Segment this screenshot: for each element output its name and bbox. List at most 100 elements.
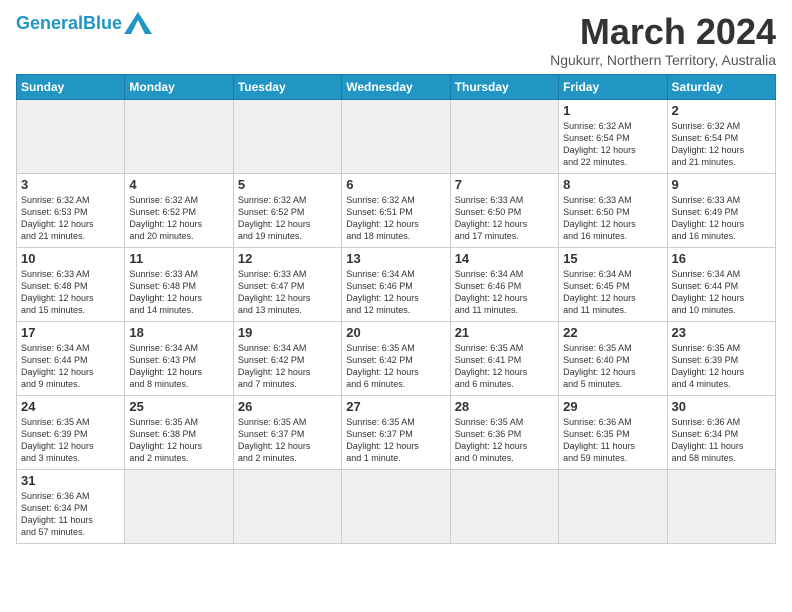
title-block: March 2024 Ngukurr, Northern Territory, … <box>550 12 776 68</box>
day-info: Sunrise: 6:32 AM Sunset: 6:51 PM Dayligh… <box>346 194 445 243</box>
calendar-page: GeneralBlue March 2024 Ngukurr, Northern… <box>0 0 792 552</box>
day-info: Sunrise: 6:36 AM Sunset: 6:34 PM Dayligh… <box>21 490 120 539</box>
calendar-week-1: 1 Sunrise: 6:32 AM Sunset: 6:54 PM Daylig… <box>17 99 776 173</box>
calendar-cell <box>17 99 125 173</box>
day-info: Sunrise: 6:35 AM Sunset: 6:40 PM Dayligh… <box>563 342 662 391</box>
day-info: Sunrise: 6:34 AM Sunset: 6:46 PM Dayligh… <box>346 268 445 317</box>
day-info: Sunrise: 6:35 AM Sunset: 6:38 PM Dayligh… <box>129 416 228 465</box>
day-info: Sunrise: 6:36 AM Sunset: 6:35 PM Dayligh… <box>563 416 662 465</box>
calendar-cell <box>342 99 450 173</box>
day-number: 20 <box>346 325 445 340</box>
calendar-cell <box>125 99 233 173</box>
day-info: Sunrise: 6:33 AM Sunset: 6:48 PM Dayligh… <box>21 268 120 317</box>
calendar-cell: 6Sunrise: 6:32 AM Sunset: 6:51 PM Daylig… <box>342 173 450 247</box>
calendar-week-5: 24 Sunrise: 6:35 AM Sunset: 6:39 PM Dayli… <box>17 395 776 469</box>
day-info: Sunrise: 6:35 AM Sunset: 6:37 PM Dayligh… <box>238 416 337 465</box>
day-number: 19 <box>238 325 337 340</box>
calendar-cell: 28Sunrise: 6:35 AM Sunset: 6:36 PM Dayli… <box>450 395 558 469</box>
day-info: Sunrise: 6:33 AM Sunset: 6:50 PM Dayligh… <box>455 194 554 243</box>
day-number: 24 <box>21 399 120 414</box>
calendar-cell <box>233 469 341 543</box>
calendar-cell: 5 Sunrise: 6:32 AM Sunset: 6:52 PM Daylig… <box>233 173 341 247</box>
calendar-cell: 7 Sunrise: 6:33 AM Sunset: 6:50 PM Daylig… <box>450 173 558 247</box>
calendar-cell: 22 Sunrise: 6:35 AM Sunset: 6:40 PM Dayli… <box>559 321 667 395</box>
calendar-cell: 1 Sunrise: 6:32 AM Sunset: 6:54 PM Daylig… <box>559 99 667 173</box>
calendar-cell: 11Sunrise: 6:33 AM Sunset: 6:48 PM Dayli… <box>125 247 233 321</box>
calendar-cell <box>233 99 341 173</box>
day-info: Sunrise: 6:32 AM Sunset: 6:52 PM Dayligh… <box>238 194 337 243</box>
day-info: Sunrise: 6:33 AM Sunset: 6:48 PM Dayligh… <box>129 268 228 317</box>
calendar-header-row: SundayMondayTuesdayWednesdayThursdayFrid… <box>17 74 776 99</box>
calendar-cell: 31 Sunrise: 6:36 AM Sunset: 6:34 PM Dayli… <box>17 469 125 543</box>
day-info: Sunrise: 6:35 AM Sunset: 6:42 PM Dayligh… <box>346 342 445 391</box>
day-header-friday: Friday <box>559 74 667 99</box>
calendar-cell: 10Sunrise: 6:33 AM Sunset: 6:48 PM Dayli… <box>17 247 125 321</box>
day-number: 3 <box>21 177 120 192</box>
day-info: Sunrise: 6:34 AM Sunset: 6:43 PM Dayligh… <box>129 342 228 391</box>
calendar-cell: 18 Sunrise: 6:34 AM Sunset: 6:43 PM Dayli… <box>125 321 233 395</box>
header: GeneralBlue March 2024 Ngukurr, Northern… <box>16 12 776 68</box>
day-info: Sunrise: 6:33 AM Sunset: 6:47 PM Dayligh… <box>238 268 337 317</box>
calendar-cell: 24 Sunrise: 6:35 AM Sunset: 6:39 PM Dayli… <box>17 395 125 469</box>
day-info: Sunrise: 6:32 AM Sunset: 6:54 PM Dayligh… <box>672 120 771 169</box>
calendar-cell: 21Sunrise: 6:35 AM Sunset: 6:41 PM Dayli… <box>450 321 558 395</box>
day-info: Sunrise: 6:32 AM Sunset: 6:54 PM Dayligh… <box>563 120 662 169</box>
calendar-cell: 27Sunrise: 6:35 AM Sunset: 6:37 PM Dayli… <box>342 395 450 469</box>
day-number: 4 <box>129 177 228 192</box>
calendar-cell: 19 Sunrise: 6:34 AM Sunset: 6:42 PM Dayli… <box>233 321 341 395</box>
day-number: 26 <box>238 399 337 414</box>
calendar-table: SundayMondayTuesdayWednesdayThursdayFrid… <box>16 74 776 544</box>
calendar-cell <box>342 469 450 543</box>
calendar-cell: 25 Sunrise: 6:35 AM Sunset: 6:38 PM Dayli… <box>125 395 233 469</box>
calendar-cell: 16 Sunrise: 6:34 AM Sunset: 6:44 PM Dayli… <box>667 247 775 321</box>
day-number: 18 <box>129 325 228 340</box>
day-number: 25 <box>129 399 228 414</box>
day-info: Sunrise: 6:32 AM Sunset: 6:53 PM Dayligh… <box>21 194 120 243</box>
day-number: 17 <box>21 325 120 340</box>
day-info: Sunrise: 6:35 AM Sunset: 6:39 PM Dayligh… <box>672 342 771 391</box>
day-info: Sunrise: 6:34 AM Sunset: 6:45 PM Dayligh… <box>563 268 662 317</box>
calendar-cell: 14 Sunrise: 6:34 AM Sunset: 6:46 PM Dayli… <box>450 247 558 321</box>
day-header-thursday: Thursday <box>450 74 558 99</box>
day-info: Sunrise: 6:34 AM Sunset: 6:42 PM Dayligh… <box>238 342 337 391</box>
day-number: 16 <box>672 251 771 266</box>
calendar-cell: 30Sunrise: 6:36 AM Sunset: 6:34 PM Dayli… <box>667 395 775 469</box>
day-info: Sunrise: 6:34 AM Sunset: 6:46 PM Dayligh… <box>455 268 554 317</box>
day-number: 27 <box>346 399 445 414</box>
calendar-cell: 8 Sunrise: 6:33 AM Sunset: 6:50 PM Daylig… <box>559 173 667 247</box>
day-number: 23 <box>672 325 771 340</box>
calendar-cell: 4Sunrise: 6:32 AM Sunset: 6:52 PM Daylig… <box>125 173 233 247</box>
day-number: 2 <box>672 103 771 118</box>
calendar-week-2: 3 Sunrise: 6:32 AM Sunset: 6:53 PM Daylig… <box>17 173 776 247</box>
day-number: 5 <box>238 177 337 192</box>
day-info: Sunrise: 6:35 AM Sunset: 6:41 PM Dayligh… <box>455 342 554 391</box>
day-number: 1 <box>563 103 662 118</box>
day-info: Sunrise: 6:33 AM Sunset: 6:50 PM Dayligh… <box>563 194 662 243</box>
day-number: 31 <box>21 473 120 488</box>
calendar-cell: 12Sunrise: 6:33 AM Sunset: 6:47 PM Dayli… <box>233 247 341 321</box>
day-info: Sunrise: 6:35 AM Sunset: 6:39 PM Dayligh… <box>21 416 120 465</box>
calendar-cell <box>450 99 558 173</box>
day-header-wednesday: Wednesday <box>342 74 450 99</box>
calendar-cell: 20 Sunrise: 6:35 AM Sunset: 6:42 PM Dayli… <box>342 321 450 395</box>
logo-text: GeneralBlue <box>16 14 122 32</box>
calendar-cell: 2 Sunrise: 6:32 AM Sunset: 6:54 PM Daylig… <box>667 99 775 173</box>
calendar-cell: 13Sunrise: 6:34 AM Sunset: 6:46 PM Dayli… <box>342 247 450 321</box>
subtitle: Ngukurr, Northern Territory, Australia <box>550 52 776 68</box>
calendar-cell: 9Sunrise: 6:33 AM Sunset: 6:49 PM Daylig… <box>667 173 775 247</box>
day-info: Sunrise: 6:34 AM Sunset: 6:44 PM Dayligh… <box>672 268 771 317</box>
calendar-week-3: 10Sunrise: 6:33 AM Sunset: 6:48 PM Dayli… <box>17 247 776 321</box>
calendar-cell: 29Sunrise: 6:36 AM Sunset: 6:35 PM Dayli… <box>559 395 667 469</box>
calendar-week-4: 17 Sunrise: 6:34 AM Sunset: 6:44 PM Dayli… <box>17 321 776 395</box>
day-info: Sunrise: 6:34 AM Sunset: 6:44 PM Dayligh… <box>21 342 120 391</box>
day-number: 8 <box>563 177 662 192</box>
day-header-tuesday: Tuesday <box>233 74 341 99</box>
day-number: 7 <box>455 177 554 192</box>
month-title: March 2024 <box>550 12 776 52</box>
calendar-cell <box>667 469 775 543</box>
day-number: 22 <box>563 325 662 340</box>
day-number: 14 <box>455 251 554 266</box>
day-info: Sunrise: 6:33 AM Sunset: 6:49 PM Dayligh… <box>672 194 771 243</box>
calendar-cell: 26 Sunrise: 6:35 AM Sunset: 6:37 PM Dayli… <box>233 395 341 469</box>
day-header-monday: Monday <box>125 74 233 99</box>
